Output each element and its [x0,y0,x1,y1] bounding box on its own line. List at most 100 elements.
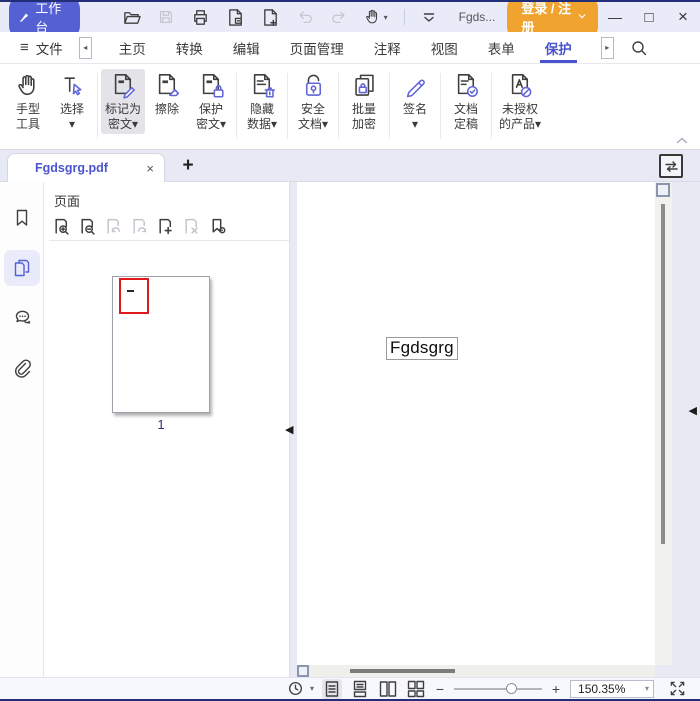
comments-panel-button[interactable] [4,300,40,336]
redaction-marked-text[interactable]: Fgdsgrg [386,337,458,360]
menu-tab-form[interactable]: 表单 [473,32,530,63]
page-settings-button[interactable] [209,218,226,235]
view-mode-menu-button[interactable] [286,679,305,698]
zoom-slider-handle[interactable] [506,683,517,694]
ribbon-separator [440,73,441,139]
facing-continuous-icon [407,680,425,698]
fullscreen-button[interactable] [668,679,687,698]
document-page[interactable]: Fgdsgrg [297,182,655,665]
switch-view-button[interactable] [659,154,683,178]
ribbon-separator [389,73,390,139]
maximize-button[interactable]: □ [632,2,666,32]
label-line: 的产品▾ [499,117,541,132]
titlebar-filename: Fgds... [459,10,496,24]
tab-scroll-right-button[interactable]: ▸ [601,37,614,59]
hand-gesture-button[interactable]: ▾ [364,8,388,26]
file-menu-label: 文件 [36,38,63,58]
attachments-panel-button[interactable] [4,350,40,386]
view-rotate-icon [287,680,304,697]
secure-document-button[interactable]: 安全 文档▾ [291,69,335,134]
tab-scroll-left-button[interactable]: ◂ [79,37,92,59]
bookmarks-panel-button[interactable] [4,200,40,236]
thumbnail-text-dash [127,290,134,292]
label-line: 标记为 [105,102,141,117]
facing-continuous-view-button[interactable] [406,679,426,699]
file-menu[interactable]: ≡ 文件 [20,32,63,63]
undo-button[interactable] [296,8,314,26]
print-button[interactable] [191,8,210,27]
ribbon-separator [236,73,237,139]
redaction-marker-rect[interactable] [119,278,149,314]
rotate-left-button[interactable] [105,218,122,235]
button-label: 标记为 密文▾ [105,102,141,132]
zoom-out-button[interactable]: − [434,681,446,697]
pages-panel-button[interactable] [4,250,40,286]
hide-data-button[interactable]: 隐藏 数据▾ [240,69,284,134]
document-tab[interactable]: Fgdsgrg.pdf × [7,153,165,182]
close-button[interactable]: × [666,2,700,32]
collapse-panel-right-button[interactable]: ◀ [689,404,697,417]
search-button[interactable] [630,39,648,57]
padlock-bulb-icon [300,72,327,99]
minimize-button[interactable]: — [598,2,632,32]
rotate-left-icon [105,218,122,235]
menu-tab-edit[interactable]: 编辑 [218,32,275,63]
document-plus-button[interactable] [261,8,280,27]
collapse-ribbon-button[interactable] [676,137,688,144]
zoom-level-combobox[interactable]: 150.35% ▾ [570,680,654,698]
continuous-view-button[interactable] [350,679,370,699]
zoom-in-button[interactable]: + [550,681,562,697]
zoom-slider[interactable] [454,682,542,696]
statusbar: ▾ − [0,677,700,699]
batch-encrypt-button[interactable]: 批量 加密 [342,69,386,134]
collapse-panel-left-button[interactable]: ◀ [285,423,293,436]
menu-tab-home[interactable]: 主页 [104,32,161,63]
delete-page-button[interactable] [183,218,200,235]
protect-redaction-button[interactable]: 保护 密文▾ [189,69,233,134]
horizontal-scrollbar[interactable] [297,665,655,677]
erase-button[interactable]: 擦除 [145,69,189,119]
eraser-icon [154,72,181,99]
horizontal-scrollbar-thumb[interactable] [350,669,455,673]
mark-for-redaction-button[interactable]: 标记为 密文▾ [101,69,145,134]
save-button[interactable] [157,8,175,26]
thumbnail-zoom-in-button[interactable] [53,218,70,235]
paperclip-icon [12,358,32,378]
hand-tool-button[interactable]: 手型 工具 [6,69,50,134]
single-page-view-button[interactable] [322,679,342,699]
navigation-strip [0,182,44,677]
collapse-toolbar-button[interactable] [421,10,437,24]
scrollbar-top-box[interactable] [656,183,670,197]
tab-close-button[interactable]: × [146,161,154,176]
menu-tab-convert[interactable]: 转换 [161,32,218,63]
menu-tab-protect[interactable]: 保护 [530,32,587,63]
menu-tab-view[interactable]: 视图 [416,32,473,63]
vertical-scrollbar[interactable] [655,182,672,665]
toolbar-separator [404,9,405,25]
menu-tab-page-management[interactable]: 页面管理 [275,32,359,63]
login-label: 登录 / 注册 [521,0,572,36]
new-tab-button[interactable]: + [175,153,201,179]
rotate-right-button[interactable] [131,218,148,235]
scrollbar-left-box[interactable] [297,665,309,677]
menu-tab-comment[interactable]: 注释 [359,32,416,63]
sign-button[interactable]: 签名 ▾ [393,69,437,134]
bookmark-target-icon [209,218,226,235]
unauthorized-product-button[interactable]: 未授权 的产品▾ [495,69,545,134]
dropdown-arrow-icon[interactable]: ▾ [310,684,314,693]
facing-pages-view-button[interactable] [378,679,398,699]
vertical-scrollbar-thumb[interactable] [661,204,665,544]
open-folder-button[interactable] [122,8,141,27]
button-label: 未授权 的产品▾ [499,102,541,132]
document-minus-button[interactable] [226,8,245,27]
select-tool-button[interactable]: 选择 ▾ [50,69,94,134]
label-line: 擦除 [155,102,179,117]
redo-button[interactable] [330,8,348,26]
hand-tool-icon [15,72,42,99]
label-line: 未授权 [499,102,541,117]
finalize-document-button[interactable]: 文档 定稿 [444,69,488,134]
insert-page-button[interactable] [157,218,174,235]
thumbnail-zoom-out-button[interactable] [79,218,96,235]
page-thumbnail[interactable] [112,276,210,413]
quick-toolbar: ▾ Fgds... [122,8,496,27]
